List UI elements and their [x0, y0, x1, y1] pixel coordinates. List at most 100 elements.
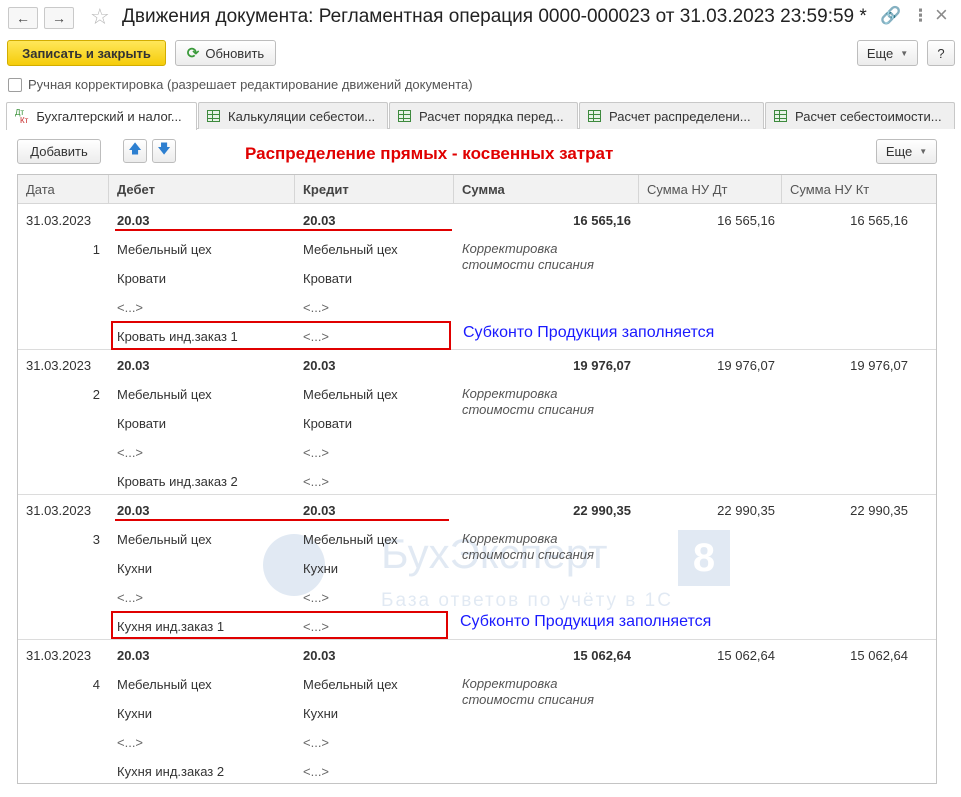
help-button[interactable]: ?	[927, 40, 955, 66]
row-sum-nu-kt: 16 565,16	[850, 213, 908, 228]
debit-subconto-product: Кухня инд.заказ 2	[117, 764, 225, 779]
row-note: Корректировка стоимости списания	[462, 531, 594, 562]
debit-subconto-1: Мебельный цех	[117, 242, 212, 257]
help-label: ?	[937, 45, 945, 61]
save-and-close-label: Записать и закрыть	[22, 45, 151, 61]
tab-label: Калькуляции себестои...	[228, 108, 376, 124]
refresh-button[interactable]: ⟳ Обновить	[175, 40, 276, 66]
more-menu-icon[interactable]: ⋮	[912, 6, 929, 26]
credit-subconto-1: Мебельный цех	[303, 387, 398, 402]
row-number: 1	[92, 242, 100, 257]
panel-more-label: Еще	[885, 144, 913, 159]
row-separator	[18, 639, 936, 640]
credit-account: 20.03	[303, 503, 336, 518]
credit-subconto-3: <...>	[303, 735, 330, 750]
credit-subconto-product: <...>	[303, 764, 330, 779]
row-number: 3	[92, 532, 100, 547]
row-sum-nu-kt: 22 990,35	[850, 503, 908, 518]
row-date: 31.03.2023	[26, 648, 92, 663]
column-header-sum[interactable]: Сумма	[454, 175, 639, 204]
forward-button[interactable]: →	[44, 7, 74, 29]
credit-subconto-2: Кухни	[303, 561, 339, 576]
tab-transfer-order[interactable]: Расчет порядка перед...	[389, 102, 578, 129]
credit-subconto-1: Мебельный цех	[303, 242, 398, 257]
refresh-label: Обновить	[205, 45, 265, 61]
arrow-up-icon: 🡅	[128, 141, 142, 156]
link-icon[interactable]: 🔗	[880, 6, 901, 26]
debit-subconto-3: <...>	[117, 445, 144, 460]
credit-subconto-2: Кровати	[303, 271, 352, 286]
close-icon[interactable]: ×	[935, 2, 948, 28]
debit-subconto-3: <...>	[117, 590, 144, 605]
debit-subconto-1: Мебельный цех	[117, 387, 212, 402]
favorite-star-icon[interactable]: ☆	[90, 4, 110, 30]
column-header-credit[interactable]: Кредит	[295, 175, 454, 204]
column-header-sum-nu-kt[interactable]: Сумма НУ Кт	[782, 175, 936, 204]
more-label: Еще	[866, 45, 894, 61]
tab-calculations[interactable]: Калькуляции себестои...	[198, 102, 388, 129]
row-sum-nu-dt: 16 565,16	[717, 213, 775, 228]
move-down-button[interactable]: 🡇	[152, 139, 176, 163]
red-underline-1	[115, 229, 452, 231]
row-sum: 16 565,16	[573, 213, 631, 228]
manual-correction-label: Ручная корректировка (разрешает редактир…	[28, 77, 473, 92]
credit-account: 20.03	[303, 358, 336, 373]
debit-subconto-3: <...>	[117, 300, 144, 315]
tab-label: Расчет порядка перед...	[419, 108, 564, 124]
credit-subconto-1: Мебельный цех	[303, 677, 398, 692]
dt-kt-icon: Дт Кт	[15, 107, 29, 125]
credit-subconto-3: <...>	[303, 445, 330, 460]
row-note: Корректировка стоимости списания	[462, 241, 594, 272]
table-icon	[398, 110, 411, 122]
red-underline-2	[115, 519, 449, 521]
panel-heading: Распределение прямых - косвенных затрат	[245, 144, 614, 163]
watermark-subtitle: База ответов по учёту в 1С	[381, 590, 673, 611]
table-header: Дата Дебет Кредит Сумма Сумма НУ Дт Сумм…	[18, 175, 936, 204]
movements-table[interactable]: Дата Дебет Кредит Сумма Сумма НУ Дт Сумм…	[17, 174, 937, 784]
row-separator	[18, 494, 936, 495]
add-label: Добавить	[30, 144, 88, 159]
credit-subconto-2: Кровати	[303, 416, 352, 431]
credit-subconto-1: Мебельный цех	[303, 532, 398, 547]
window-title: Движения документа: Регламентная операци…	[122, 6, 867, 27]
back-button[interactable]: ←	[8, 7, 38, 29]
row-sum-nu-kt: 19 976,07	[850, 358, 908, 373]
arrow-right-icon: →	[52, 10, 66, 26]
annotation-note-2: Субконто Продукция заполняется	[460, 613, 712, 630]
debit-account: 20.03	[117, 358, 150, 373]
row-number: 4	[92, 677, 100, 692]
tab-accounting[interactable]: Дт Кт Бухгалтерский и налог...	[6, 102, 197, 130]
column-header-date[interactable]: Дата	[18, 175, 109, 204]
row-sum: 19 976,07	[573, 358, 631, 373]
refresh-icon: ⟳	[186, 45, 200, 62]
debit-account: 20.03	[117, 503, 150, 518]
credit-subconto-product: <...>	[303, 474, 330, 489]
column-header-debit[interactable]: Дебет	[109, 175, 295, 204]
tab-distribution[interactable]: Расчет распределени...	[579, 102, 764, 129]
move-up-button[interactable]: 🡅	[123, 139, 147, 163]
row-date: 31.03.2023	[26, 213, 92, 228]
watermark-number: 8	[678, 530, 730, 586]
row-sum-nu-dt: 22 990,35	[717, 503, 775, 518]
panel-more-button[interactable]: Еще ▼	[876, 139, 937, 164]
manual-correction-checkbox[interactable]	[8, 78, 22, 92]
debit-subconto-1: Мебельный цех	[117, 532, 212, 547]
tab-cost-calculation[interactable]: Расчет себестоимости...	[765, 102, 955, 129]
more-button[interactable]: Еще ▼	[857, 40, 918, 66]
debit-subconto-2: Кухни	[117, 706, 153, 721]
credit-subconto-3: <...>	[303, 300, 330, 315]
row-date: 31.03.2023	[26, 358, 92, 373]
arrow-left-icon: ←	[16, 10, 30, 26]
column-header-sum-nu-dt[interactable]: Сумма НУ Дт	[639, 175, 782, 204]
debit-subconto-2: Кровати	[117, 271, 166, 286]
debit-subconto-2: Кухни	[117, 561, 153, 576]
save-and-close-button[interactable]: Записать и закрыть	[7, 40, 166, 66]
row-sum-nu-kt: 15 062,64	[850, 648, 908, 663]
row-date: 31.03.2023	[26, 503, 92, 518]
row-number: 2	[92, 387, 100, 402]
arrow-down-icon: 🡇	[157, 141, 171, 156]
red-highlight-box-2	[111, 611, 448, 639]
table-icon	[207, 110, 220, 122]
debit-subconto-3: <...>	[117, 735, 144, 750]
add-button[interactable]: Добавить	[17, 139, 101, 164]
